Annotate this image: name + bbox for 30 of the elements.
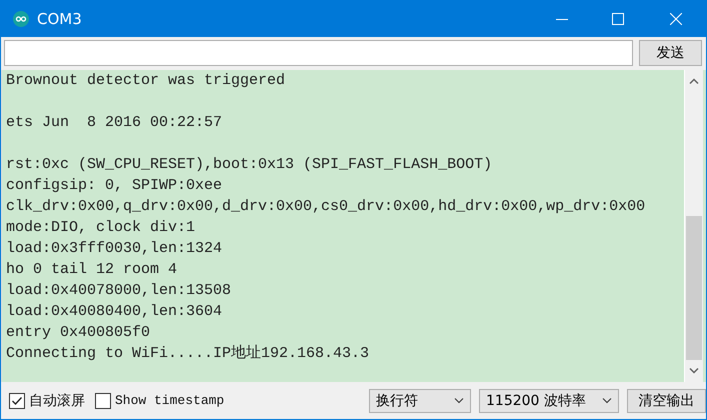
console-line: rst:0xc (SW_CPU_RESET),boot:0x13 (SPI_FAST_FLASH_BOOT) (6, 154, 494, 175)
scroll-down-icon[interactable] (689, 368, 699, 374)
maximize-icon[interactable] (612, 12, 624, 24)
console-line: configsip: 0, SPIWP:0xee (6, 176, 224, 196)
checkbox[interactable] (95, 392, 111, 409)
console-line: ho 0 tail 12 room 4 (6, 260, 178, 280)
console-line: clk_drv:0x00,q_drv:0x00,d_drv:0x00,cs0_drv:0x00,hd_drv:0x00,wp_drv:0x00 (6, 196, 646, 217)
app-icon (13, 10, 29, 26)
send-button[interactable]: 发送 (639, 40, 702, 66)
scrollbar-thumb[interactable] (686, 216, 702, 360)
console-line: entry 0x400805f0 (6, 322, 152, 343)
console-line: mode:DIO, clock div:1 (6, 218, 196, 238)
console-line: load:0x3fff0030,len:1324 (6, 238, 224, 259)
checkbox-label[interactable]: Show timestamp (115, 393, 224, 408)
chevron-down-icon (602, 398, 612, 404)
window-title: COM3 (37, 10, 83, 28)
console-line: Brownout detector was triggered (6, 70, 286, 91)
checkbox-label[interactable]: 自动滚屏 (29, 392, 85, 410)
line-ending-dropdown[interactable]: 换行符 (369, 388, 471, 413)
baud-rate-dropdown[interactable]: 115200 波特率 (479, 388, 619, 413)
chevron-down-icon (454, 398, 464, 404)
console-line: load:0x40080400,len:3604 (6, 302, 224, 322)
message-input-field[interactable] (4, 40, 633, 66)
checkbox[interactable] (9, 392, 25, 409)
console-line: Connecting to WiFi.....IP地址192.168.43.3 (6, 344, 370, 364)
close-icon[interactable] (670, 12, 682, 24)
scroll-up-icon[interactable] (689, 78, 699, 84)
console-line: ets Jun 8 2016 00:22:57 (6, 112, 224, 133)
clear-output-button[interactable]: 清空输出 (627, 388, 706, 413)
console-line: load:0x40078000,len:13508 (6, 280, 232, 301)
